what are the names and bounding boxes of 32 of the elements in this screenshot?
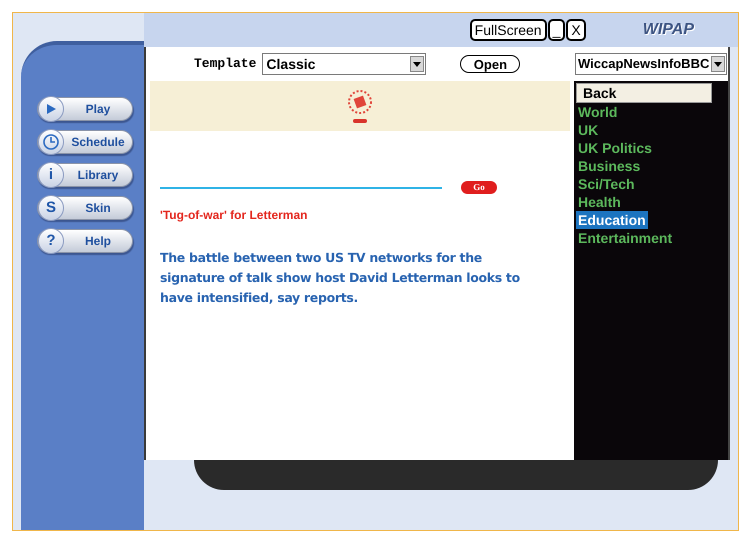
category-item[interactable]: UK Politics xyxy=(576,139,654,157)
category-item[interactable]: World xyxy=(576,103,620,121)
nav-glyph: ? xyxy=(38,228,64,254)
category-item[interactable]: UK xyxy=(576,121,600,139)
category-item[interactable]: Education xyxy=(576,211,648,229)
window-button[interactable]: _ xyxy=(548,19,566,41)
window-button[interactable]: FullScreen xyxy=(470,19,547,41)
article-body: The battle between two US TV networks for the signature of talk show host David Letterman looks to have intensified, say reports. xyxy=(159,249,521,307)
template-dropdown[interactable]: Classic xyxy=(262,53,426,75)
logo: WIPAP xyxy=(642,20,694,40)
template-label: Template xyxy=(194,55,256,74)
play-icon xyxy=(38,96,64,122)
category-item[interactable]: Business xyxy=(576,157,642,175)
stamp-icon xyxy=(347,89,373,115)
window-button[interactable]: X xyxy=(566,19,586,41)
banner-marker-icon xyxy=(353,119,367,123)
nav-button[interactable]: Play xyxy=(37,97,133,121)
nav-button[interactable]: Schedule xyxy=(37,130,133,154)
category-item[interactable]: Sci/Tech xyxy=(576,175,637,193)
go-button[interactable]: Go xyxy=(461,181,497,194)
category-item[interactable]: Health xyxy=(576,193,623,211)
nav-button[interactable]: S Skin xyxy=(37,196,133,220)
clock-icon xyxy=(38,129,64,155)
article-headline: 'Tug-of-war' for Letterman xyxy=(159,207,308,224)
nav-button[interactable]: ? Help xyxy=(37,229,133,253)
source-dropdown[interactable]: WiccapNewsInfoBBC xyxy=(575,53,727,75)
category-item[interactable]: Entertainment xyxy=(576,229,674,247)
nav-glyph: S xyxy=(38,195,64,221)
nav-glyph: i xyxy=(38,162,64,188)
nav-button[interactable]: i Library xyxy=(37,163,133,187)
open-button[interactable]: Open xyxy=(460,55,520,73)
list-header[interactable]: Back xyxy=(576,83,712,103)
